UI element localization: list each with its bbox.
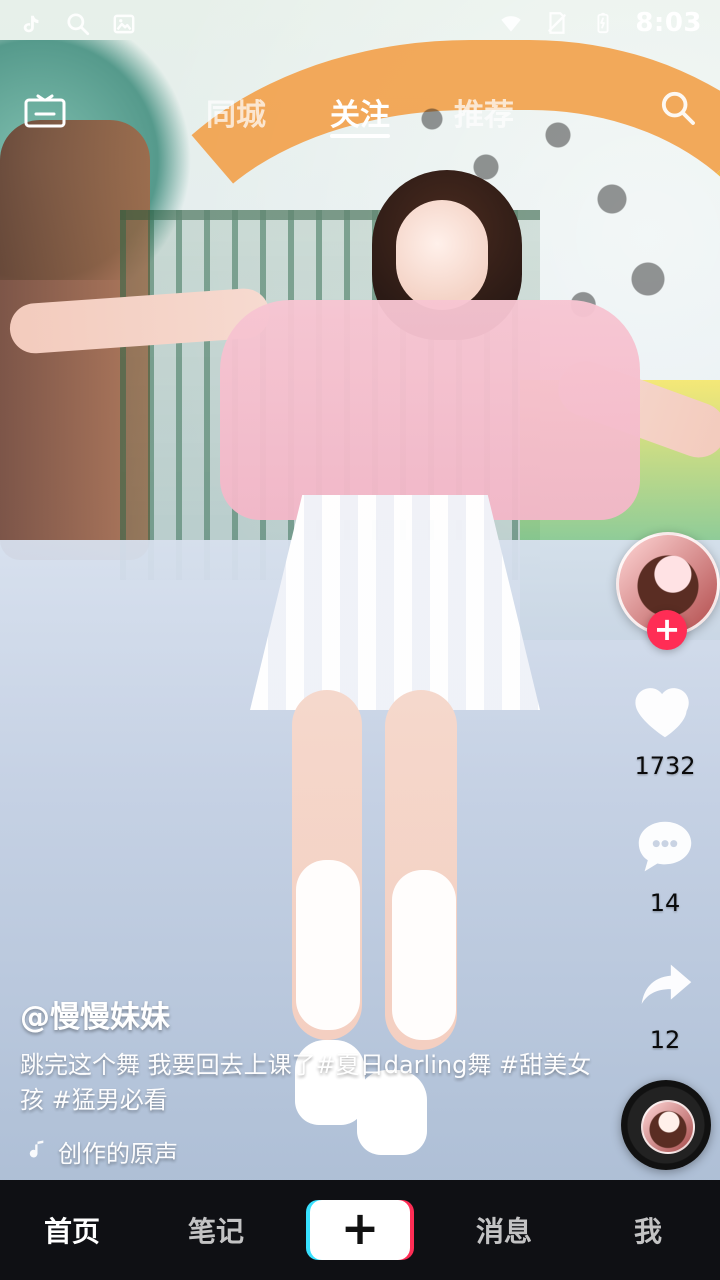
music-title: 创作的原声 (58, 1139, 178, 1168)
follow-button[interactable]: + (647, 610, 687, 650)
nav-profile[interactable]: 我 (576, 1180, 720, 1280)
tab-recommended[interactable]: 推荐 (454, 90, 514, 134)
music-note-icon (20, 1137, 48, 1165)
music-row[interactable]: 创作的原声 (20, 1134, 610, 1169)
comment-icon (630, 813, 700, 883)
search-icon[interactable] (658, 88, 698, 128)
share-action[interactable]: 12 (610, 950, 720, 1054)
status-bar: 8:03 (0, 0, 720, 50)
status-time: 8:03 (635, 8, 702, 38)
nav-notes[interactable]: 笔记 (144, 1180, 288, 1280)
heart-icon (630, 676, 700, 746)
create-button[interactable]: + (306, 1200, 414, 1260)
tiktok-icon (18, 10, 46, 38)
image-icon (110, 10, 138, 38)
like-count: 1732 (634, 752, 696, 780)
tab-local[interactable]: 同城 (206, 90, 266, 134)
plus-icon: + (340, 1201, 380, 1255)
nav-messages[interactable]: 消息 (432, 1180, 576, 1280)
create-button-main: + (310, 1200, 410, 1260)
search-icon (64, 10, 92, 38)
no-sim-icon (543, 9, 571, 37)
status-left (18, 10, 138, 38)
status-right: 8:03 (497, 8, 702, 38)
like-action[interactable]: 1732 (610, 676, 720, 780)
battery-icon (589, 9, 617, 37)
top-nav: 同城 关注 推荐 (0, 74, 720, 144)
wifi-icon (497, 9, 525, 37)
creator-username[interactable]: @慢慢妹妹 (20, 992, 610, 1036)
share-icon (630, 950, 700, 1020)
comment-action[interactable]: 14 (610, 813, 720, 917)
video-caption: @慢慢妹妹 跳完这个舞 我要回去上课了#夏日darling舞 #甜美女孩 #猛男… (20, 992, 610, 1169)
caption-text: 跳完这个舞 我要回去上课了#夏日darling舞 #甜美女孩 #猛男必看 (20, 1051, 592, 1114)
comment-count: 14 (649, 889, 681, 917)
share-count: 12 (649, 1026, 681, 1054)
bottom-nav: 首页 笔记 + 消息 我 (0, 1180, 720, 1280)
tab-following[interactable]: 关注 (330, 90, 390, 134)
music-disc[interactable] (621, 1080, 711, 1170)
plus-icon: + (653, 610, 681, 648)
nav-home[interactable]: 首页 (0, 1180, 144, 1280)
top-tabs: 同城 关注 推荐 (0, 90, 720, 134)
